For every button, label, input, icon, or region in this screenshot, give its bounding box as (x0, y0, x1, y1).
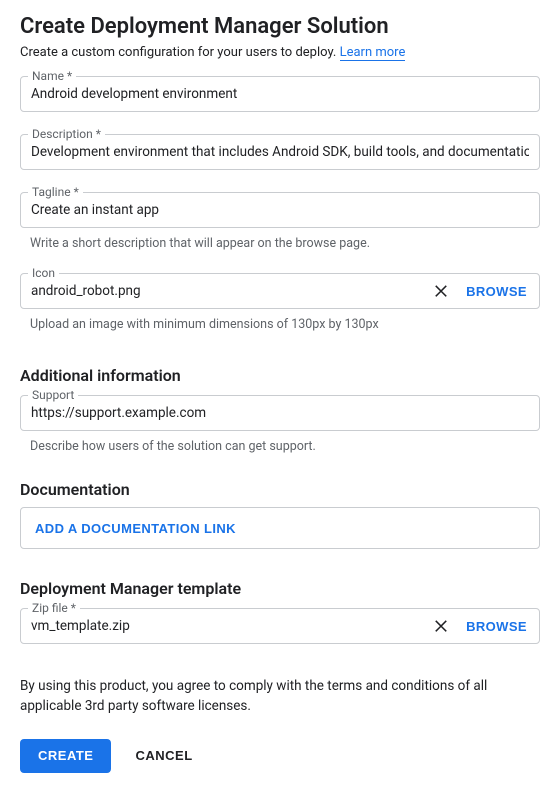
description-label: Description * (28, 127, 105, 141)
description-field: Description * (20, 134, 540, 170)
documentation-section: Documentation ADD A DOCUMENTATION LINK (20, 480, 540, 549)
icon-clear-button[interactable] (430, 279, 452, 304)
zip-label: Zip file * (28, 601, 80, 615)
icon-browse-button[interactable]: BROWSE (464, 284, 529, 299)
action-row: CREATE CANCEL (20, 739, 540, 773)
tagline-field: Tagline * (20, 192, 540, 228)
documentation-heading: Documentation (20, 480, 540, 499)
support-field: Support (20, 395, 540, 431)
icon-helper: Upload an image with minimum dimensions … (30, 317, 540, 332)
close-icon (432, 281, 450, 302)
cancel-button[interactable]: CANCEL (135, 748, 192, 763)
support-helper: Describe how users of the solution can g… (30, 439, 540, 454)
icon-field: Icon android_robot.png BROWSE (20, 273, 540, 309)
add-documentation-link-button[interactable]: ADD A DOCUMENTATION LINK (35, 521, 236, 536)
terms-text: By using this product, you agree to comp… (20, 676, 540, 717)
icon-label: Icon (28, 266, 59, 280)
icon-file-row: android_robot.png BROWSE (20, 273, 540, 309)
zip-clear-button[interactable] (430, 614, 452, 639)
icon-file-name: android_robot.png (31, 283, 418, 299)
template-section: Deployment Manager template Zip file * v… (20, 579, 540, 644)
zip-field: Zip file * vm_template.zip BROWSE (20, 608, 540, 644)
tagline-helper: Write a short description that will appe… (30, 236, 540, 251)
page-subtitle: Create a custom configuration for your u… (20, 45, 540, 60)
additional-info-section: Additional information Support Describe … (20, 366, 540, 454)
create-button[interactable]: CREATE (20, 739, 111, 773)
subtitle-text: Create a custom configuration for your u… (20, 45, 340, 60)
close-icon (432, 616, 450, 637)
learn-more-link[interactable]: Learn more (340, 45, 406, 61)
name-label: Name * (28, 69, 76, 83)
name-field: Name * (20, 76, 540, 112)
page-title: Create Deployment Manager Solution (20, 14, 540, 39)
template-heading: Deployment Manager template (20, 579, 540, 598)
additional-info-heading: Additional information (20, 366, 540, 385)
zip-file-name: vm_template.zip (31, 618, 418, 634)
tagline-label: Tagline * (28, 185, 83, 199)
documentation-box: ADD A DOCUMENTATION LINK (20, 507, 540, 549)
tagline-input[interactable] (20, 192, 540, 228)
zip-browse-button[interactable]: BROWSE (464, 619, 529, 634)
support-input[interactable] (20, 395, 540, 431)
zip-file-row: vm_template.zip BROWSE (20, 608, 540, 644)
support-label: Support (28, 388, 78, 402)
name-input[interactable] (20, 76, 540, 112)
